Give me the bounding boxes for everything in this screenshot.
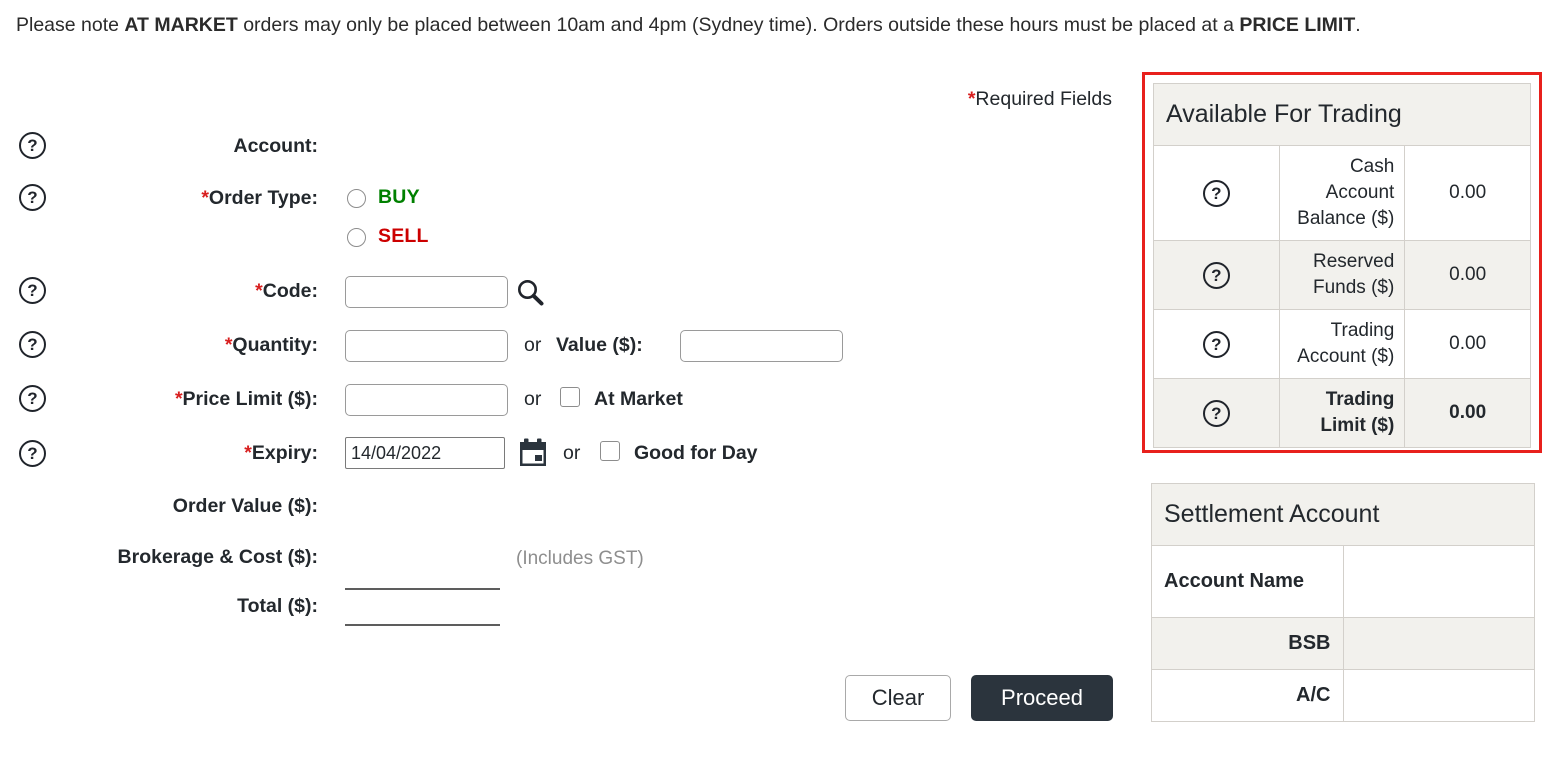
cash-balance-label: Cash Account Balance ($)	[1278, 145, 1406, 241]
ac-label: A/C	[1151, 669, 1344, 722]
calendar-icon[interactable]	[518, 437, 548, 469]
help-icon-cell-trading-account: ?	[1153, 309, 1280, 379]
brokerage-label: Brokerage & Cost ($):	[117, 546, 318, 568]
search-icon[interactable]	[513, 276, 547, 310]
notice-at-market: AT MARKET	[124, 14, 238, 36]
expiry-label-text: Expiry:	[251, 442, 318, 464]
help-icon-trading-account[interactable]: ?	[1202, 330, 1230, 358]
code-asterisk: *	[255, 280, 263, 302]
table-row: ? Trading Limit ($) 0.00	[1153, 378, 1531, 448]
code-label-text: Code:	[262, 280, 318, 302]
value-label: Value ($):	[556, 334, 643, 356]
table-row: ? Reserved Funds ($) 0.00	[1153, 240, 1531, 310]
notice-price-limit: PRICE LIMIT	[1239, 14, 1356, 36]
reserved-funds-value: 0.00	[1404, 240, 1531, 310]
order-type-label: *Order Type:	[40, 187, 318, 210]
total-label: Total ($):	[237, 595, 318, 617]
price-limit-input[interactable]	[345, 384, 508, 416]
market-hours-notice: Please note AT MARKET orders may only be…	[16, 10, 1516, 40]
price-limit-label: *Price Limit ($):	[40, 388, 318, 411]
trading-limit-label: Trading Limit ($)	[1278, 378, 1406, 448]
table-row: ? Trading Account ($) 0.00	[1153, 309, 1531, 379]
bsb-value	[1342, 617, 1535, 670]
order-value-label: Order Value ($):	[172, 495, 318, 517]
notice-post: .	[1355, 14, 1361, 36]
cash-balance-value: 0.00	[1404, 145, 1531, 241]
help-icon-trading-limit[interactable]: ?	[1202, 399, 1230, 427]
settlement-account-panel: Settlement Account Account Name BSB A/C	[1151, 483, 1535, 722]
at-market-checkbox[interactable]	[560, 387, 580, 407]
required-fields-label: Required Fields	[975, 88, 1112, 110]
ac-value	[1342, 669, 1535, 722]
includes-gst-note: (Includes GST)	[516, 548, 644, 569]
radio-sell-label[interactable]: SELL	[378, 225, 429, 248]
trading-account-value: 0.00	[1404, 309, 1531, 379]
expiry-or-word: or	[563, 442, 581, 464]
notice-mid: orders may only be placed between 10am a…	[237, 14, 1240, 36]
expiry-input[interactable]	[345, 437, 505, 469]
available-for-trading-table: Available For Trading ? Cash Account Bal…	[1153, 83, 1531, 448]
help-icon-cash-balance[interactable]: ?	[1202, 179, 1230, 207]
expiry-label: *Expiry:	[40, 442, 318, 465]
price-limit-asterisk: *	[174, 388, 183, 410]
table-row: A/C	[1151, 669, 1535, 722]
required-fields-note: *Required Fields	[760, 88, 1112, 111]
settlement-account-table: Settlement Account Account Name BSB A/C	[1151, 483, 1535, 722]
price-limit-label-text: Price Limit ($):	[182, 388, 318, 410]
order-type-asterisk: *	[201, 187, 209, 209]
price-limit-or-word: or	[524, 388, 542, 410]
total-rule-bottom	[345, 624, 500, 626]
account-name-label: Account Name	[1151, 545, 1344, 618]
account-name-value	[1342, 545, 1535, 618]
radio-buy-label[interactable]: BUY	[378, 186, 420, 209]
quantity-label: *Quantity:	[40, 334, 318, 357]
clear-button[interactable]: Clear	[845, 675, 951, 721]
good-for-day-label[interactable]: Good for Day	[634, 442, 758, 465]
help-icon-cell-trading-limit: ?	[1153, 378, 1280, 448]
settlement-header-row: Settlement Account	[1151, 483, 1535, 546]
quantity-or-word: or	[524, 334, 542, 356]
account-label: Account:	[233, 135, 319, 157]
available-for-trading-title: Available For Trading	[1153, 83, 1531, 146]
radio-sell[interactable]	[347, 228, 366, 247]
value-input[interactable]	[680, 330, 843, 362]
settlement-account-title: Settlement Account	[1151, 483, 1535, 546]
available-for-trading-header-row: Available For Trading	[1153, 83, 1531, 146]
help-icon-reserved-funds[interactable]: ?	[1202, 261, 1230, 289]
trading-account-label: Trading Account ($)	[1278, 309, 1406, 379]
quantity-label-text: Quantity:	[232, 334, 318, 356]
code-input[interactable]	[345, 276, 508, 308]
code-label: *Code:	[40, 280, 318, 303]
help-icon-cell-cash-balance: ?	[1153, 145, 1280, 241]
total-rule-top	[345, 588, 500, 590]
table-row: Account Name	[1151, 545, 1535, 618]
at-market-label[interactable]: At Market	[594, 388, 683, 411]
bsb-label: BSB	[1151, 617, 1344, 670]
help-icon-cell-reserved-funds: ?	[1153, 240, 1280, 310]
table-row: BSB	[1151, 617, 1535, 670]
order-type-label-text: Order Type:	[208, 187, 318, 209]
good-for-day-checkbox[interactable]	[600, 441, 620, 461]
reserved-funds-label: Reserved Funds ($)	[1278, 240, 1406, 310]
expiry-asterisk: *	[244, 442, 252, 464]
radio-buy[interactable]	[347, 189, 366, 208]
quantity-input[interactable]	[345, 330, 508, 362]
proceed-button[interactable]: Proceed	[971, 675, 1113, 721]
table-row: ? Cash Account Balance ($) 0.00	[1153, 145, 1531, 241]
available-for-trading-panel: Available For Trading ? Cash Account Bal…	[1142, 72, 1542, 453]
trading-limit-value: 0.00	[1404, 378, 1531, 448]
notice-pre: Please note	[16, 14, 125, 36]
